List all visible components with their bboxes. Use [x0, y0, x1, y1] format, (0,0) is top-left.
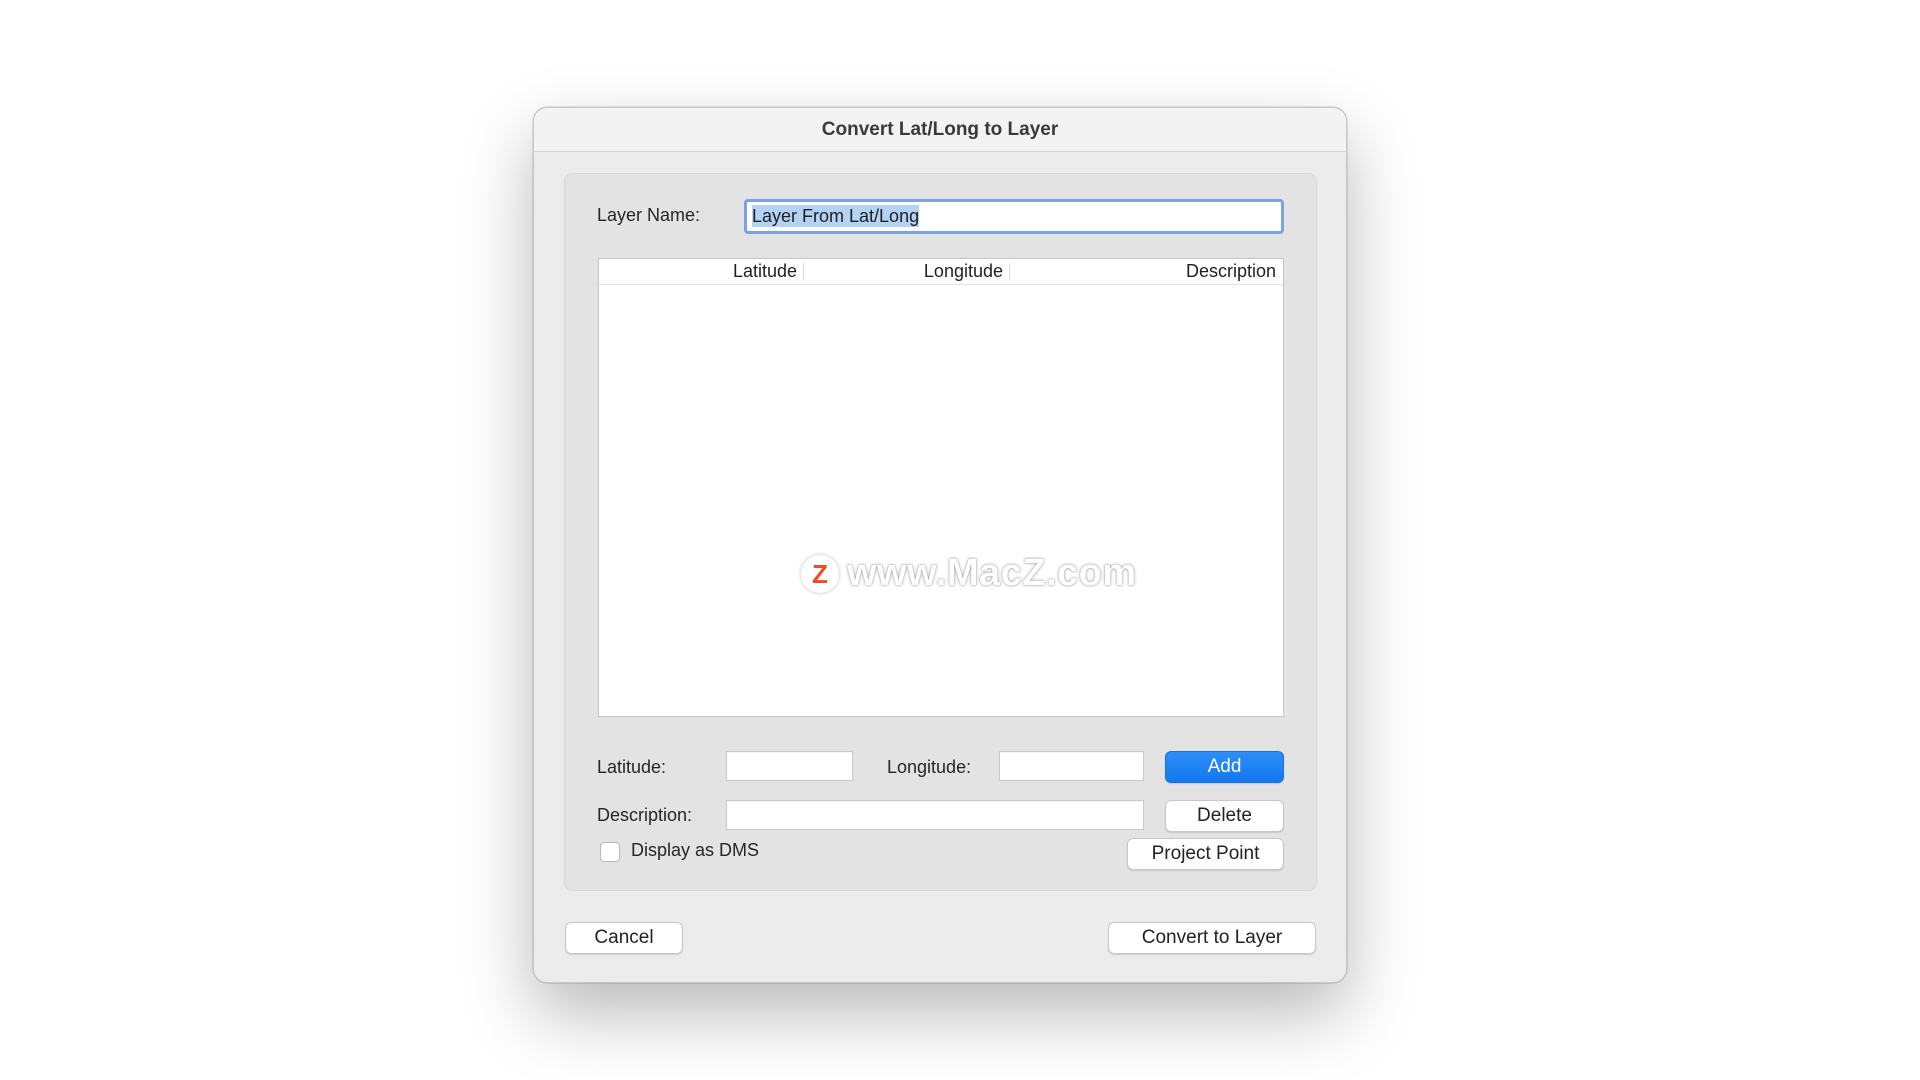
convert-latlong-dialog: Convert Lat/Long to Layer Layer Name: La…: [533, 107, 1347, 983]
latitude-input[interactable]: [726, 751, 853, 781]
layer-name-input[interactable]: Layer From Lat/Long: [744, 199, 1284, 234]
description-input[interactable]: [726, 800, 1144, 830]
main-group-box: Layer Name: Layer From Lat/Long Latitude…: [564, 173, 1317, 891]
table-body[interactable]: Z www.MacZ.com: [599, 285, 1283, 716]
longitude-input[interactable]: [999, 751, 1144, 781]
latitude-label: Latitude:: [597, 757, 667, 777]
table-header: Latitude Longitude Description: [599, 259, 1283, 285]
watermark-text: www.MacZ.com: [847, 552, 1137, 594]
column-header-longitude[interactable]: Longitude: [804, 259, 1010, 284]
longitude-label: Longitude:: [887, 757, 972, 777]
add-button[interactable]: Add: [1165, 751, 1284, 783]
delete-button[interactable]: Delete: [1165, 800, 1284, 832]
watermark-logo-icon: Z: [801, 554, 839, 593]
cancel-button[interactable]: Cancel: [565, 922, 683, 954]
column-header-description[interactable]: Description: [1010, 259, 1283, 284]
project-point-button[interactable]: Project Point: [1127, 838, 1284, 870]
watermark: Z www.MacZ.com: [801, 552, 1137, 595]
column-header-latitude[interactable]: Latitude: [599, 259, 804, 284]
description-label: Description:: [597, 805, 693, 825]
layer-name-label: Layer Name:: [597, 205, 701, 225]
dialog-title: Convert Lat/Long to Layer: [534, 108, 1346, 152]
display-as-dms-label[interactable]: Display as DMS: [631, 840, 759, 861]
layer-name-value: Layer From Lat/Long: [752, 205, 920, 227]
convert-to-layer-button[interactable]: Convert to Layer: [1108, 922, 1316, 954]
display-as-dms-checkbox[interactable]: [600, 842, 620, 862]
coordinates-table[interactable]: Latitude Longitude Description Z www.Mac…: [598, 258, 1284, 717]
